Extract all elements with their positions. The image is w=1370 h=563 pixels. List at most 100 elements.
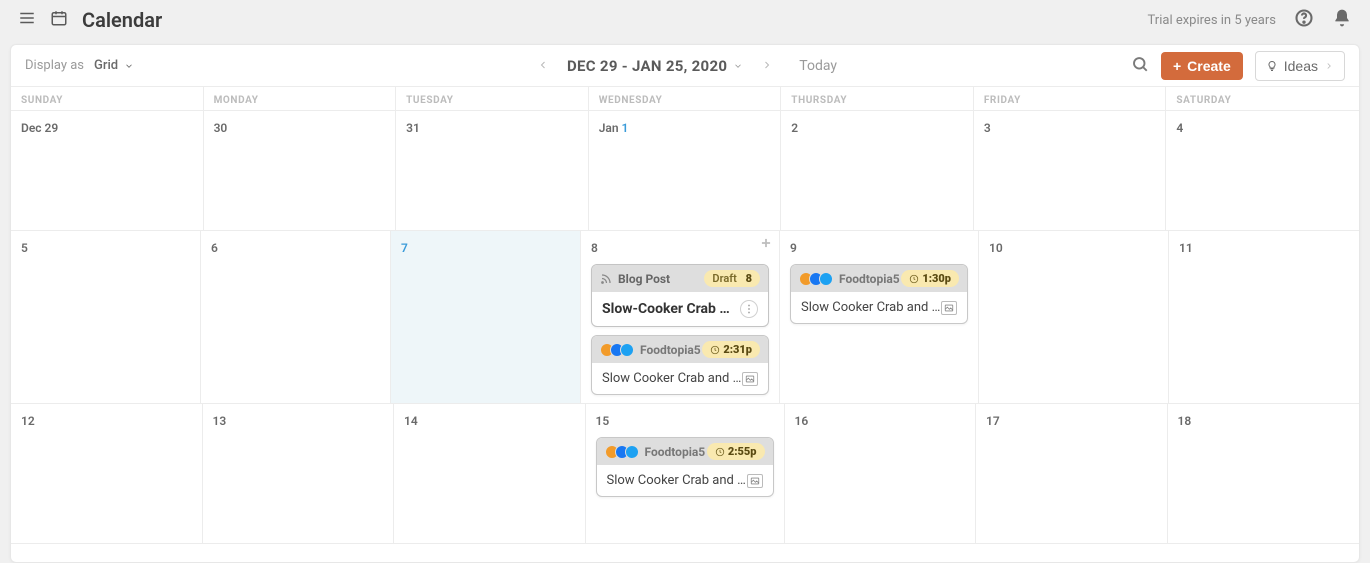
week-row: 12 13 14 15 Foodtopia5 2: [11, 404, 1359, 544]
calendar-panel: Display as Grid DEC 29 - JAN 25, 2020 To…: [10, 44, 1360, 563]
app-title: Calendar: [82, 8, 162, 32]
help-icon[interactable]: [1294, 8, 1314, 32]
day-number: 18: [1178, 414, 1192, 428]
day-number: 14: [404, 414, 418, 428]
profile-name: Foodtopia5: [839, 272, 900, 286]
day-number: Jan 1: [599, 121, 629, 135]
day-cell[interactable]: 14: [394, 404, 586, 544]
event-card-social[interactable]: Foodtopia5 1:30p Slow Cooker Crab and Ar…: [790, 264, 968, 324]
day-cell[interactable]: 5: [11, 231, 201, 404]
chevron-down-icon: [733, 61, 743, 71]
ideas-button[interactable]: Ideas: [1255, 51, 1345, 81]
day-cell[interactable]: 30: [204, 111, 397, 231]
day-cell[interactable]: Dec 29: [11, 111, 204, 231]
twitter-icon: [819, 272, 833, 286]
today-button[interactable]: Today: [799, 58, 837, 74]
dow-header-row: SUNDAY MONDAY TUESDAY WEDNESDAY THURSDAY…: [11, 87, 1359, 111]
topbar-right: Trial expires in 5 years: [1148, 8, 1352, 32]
event-card-blog[interactable]: Blog Post Draft 8 Slow-Cooker Crab Dip ⋮: [591, 264, 769, 327]
day-cell[interactable]: 8 Blog Post Draft 8 Slow-Cooker Crab Dip…: [581, 231, 780, 404]
create-label: Create: [1187, 58, 1231, 74]
calendar-icon: [50, 9, 68, 31]
profile-name: Foodtopia5: [645, 445, 706, 459]
time-pill: 2:31p: [702, 341, 760, 358]
clock-icon: [710, 345, 720, 355]
day-cell[interactable]: 11: [1169, 231, 1359, 404]
time-pill: 1:30p: [901, 270, 959, 287]
twitter-icon: [620, 343, 634, 357]
day-number: 31: [406, 121, 420, 135]
card-header: Blog Post Draft 8: [592, 265, 768, 292]
day-cell[interactable]: 13: [203, 404, 395, 544]
topbar-left: Calendar: [18, 8, 162, 32]
day-number: 30: [214, 121, 228, 135]
card-text: Slow Cooker Crab and Ar…: [607, 473, 747, 488]
trial-text: Trial expires in 5 years: [1148, 13, 1276, 28]
day-cell[interactable]: 15 Foodtopia5 2:55p: [586, 404, 785, 544]
profile-name: Foodtopia5: [640, 343, 701, 357]
day-number: 7: [401, 241, 408, 255]
day-number: 4: [1176, 121, 1183, 135]
clock-icon: [715, 447, 725, 457]
dow-thursday: THURSDAY: [781, 87, 974, 111]
day-cell[interactable]: 12: [11, 404, 203, 544]
day-cell[interactable]: 18: [1168, 404, 1360, 544]
day-number: 16: [795, 414, 809, 428]
display-mode-dropdown[interactable]: Grid: [94, 58, 134, 73]
day-cell[interactable]: 31: [396, 111, 589, 231]
day-cell[interactable]: Jan 1: [589, 111, 782, 231]
card-body: Slow Cooker Crab and Ar…: [592, 363, 768, 394]
display-as-label: Display as: [25, 58, 84, 73]
day-number: Dec 29: [21, 121, 58, 135]
day-number: 13: [213, 414, 227, 428]
bell-icon[interactable]: [1332, 8, 1352, 32]
topbar: Calendar Trial expires in 5 years: [0, 0, 1370, 40]
chevron-right-icon: [1324, 61, 1334, 71]
image-icon: [747, 474, 763, 488]
event-card-social[interactable]: Foodtopia5 2:55p Slow Cooker Crab and Ar…: [596, 437, 774, 497]
day-cell[interactable]: 2: [781, 111, 974, 231]
chevron-down-icon: [124, 61, 134, 71]
week-row: Dec 29 30 31 Jan 1 2 3 4: [11, 111, 1359, 231]
day-cell-today[interactable]: 7: [391, 231, 581, 404]
display-as: Display as Grid: [25, 58, 134, 73]
day-cell[interactable]: 9 Foodtopia5 1:30p: [780, 231, 979, 404]
week-row: 5 6 7 8 Blog Post Draft 8 Slow-Cooker Cr…: [11, 231, 1359, 404]
day-cell[interactable]: 17: [976, 404, 1168, 544]
day-number: 5: [21, 241, 28, 255]
day-cell[interactable]: 6: [201, 231, 391, 404]
hamburger-icon[interactable]: [18, 9, 36, 31]
time-pill: 2:55p: [707, 443, 765, 460]
rss-icon: [600, 273, 612, 285]
day-cell[interactable]: 16: [785, 404, 977, 544]
create-button[interactable]: + Create: [1161, 52, 1243, 80]
image-icon: [941, 301, 957, 315]
add-event-button[interactable]: [759, 235, 773, 254]
day-cell[interactable]: 10: [979, 231, 1169, 404]
dow-tuesday: TUESDAY: [396, 87, 589, 111]
profile-icons: [600, 343, 634, 357]
more-menu-button[interactable]: ⋮: [740, 300, 758, 318]
next-period-button[interactable]: [757, 52, 777, 79]
search-icon[interactable]: [1131, 55, 1149, 77]
date-range-dropdown[interactable]: DEC 29 - JAN 25, 2020: [567, 57, 743, 75]
panel-right: + Create Ideas: [1131, 51, 1345, 81]
day-number: 15: [596, 414, 610, 428]
twitter-icon: [625, 445, 639, 459]
prev-period-button[interactable]: [533, 52, 553, 79]
status-pill: Draft 8: [704, 270, 760, 287]
dow-monday: MONDAY: [204, 87, 397, 111]
day-number: 2: [791, 121, 798, 135]
date-range-label: DEC 29 - JAN 25, 2020: [567, 57, 727, 75]
day-cell[interactable]: 3: [974, 111, 1167, 231]
profile-icons: [605, 445, 639, 459]
card-header: Foodtopia5 2:31p: [592, 336, 768, 363]
card-header: Foodtopia5 1:30p: [791, 265, 967, 292]
card-type-label: Blog Post: [618, 272, 670, 286]
event-card-social[interactable]: Foodtopia5 2:31p Slow Cooker Crab and Ar…: [591, 335, 769, 395]
card-text: Slow Cooker Crab and Ar…: [602, 371, 742, 386]
lightbulb-icon: [1266, 60, 1278, 72]
day-number: 17: [986, 414, 1000, 428]
dow-saturday: SATURDAY: [1166, 87, 1359, 111]
day-cell[interactable]: 4: [1166, 111, 1359, 231]
